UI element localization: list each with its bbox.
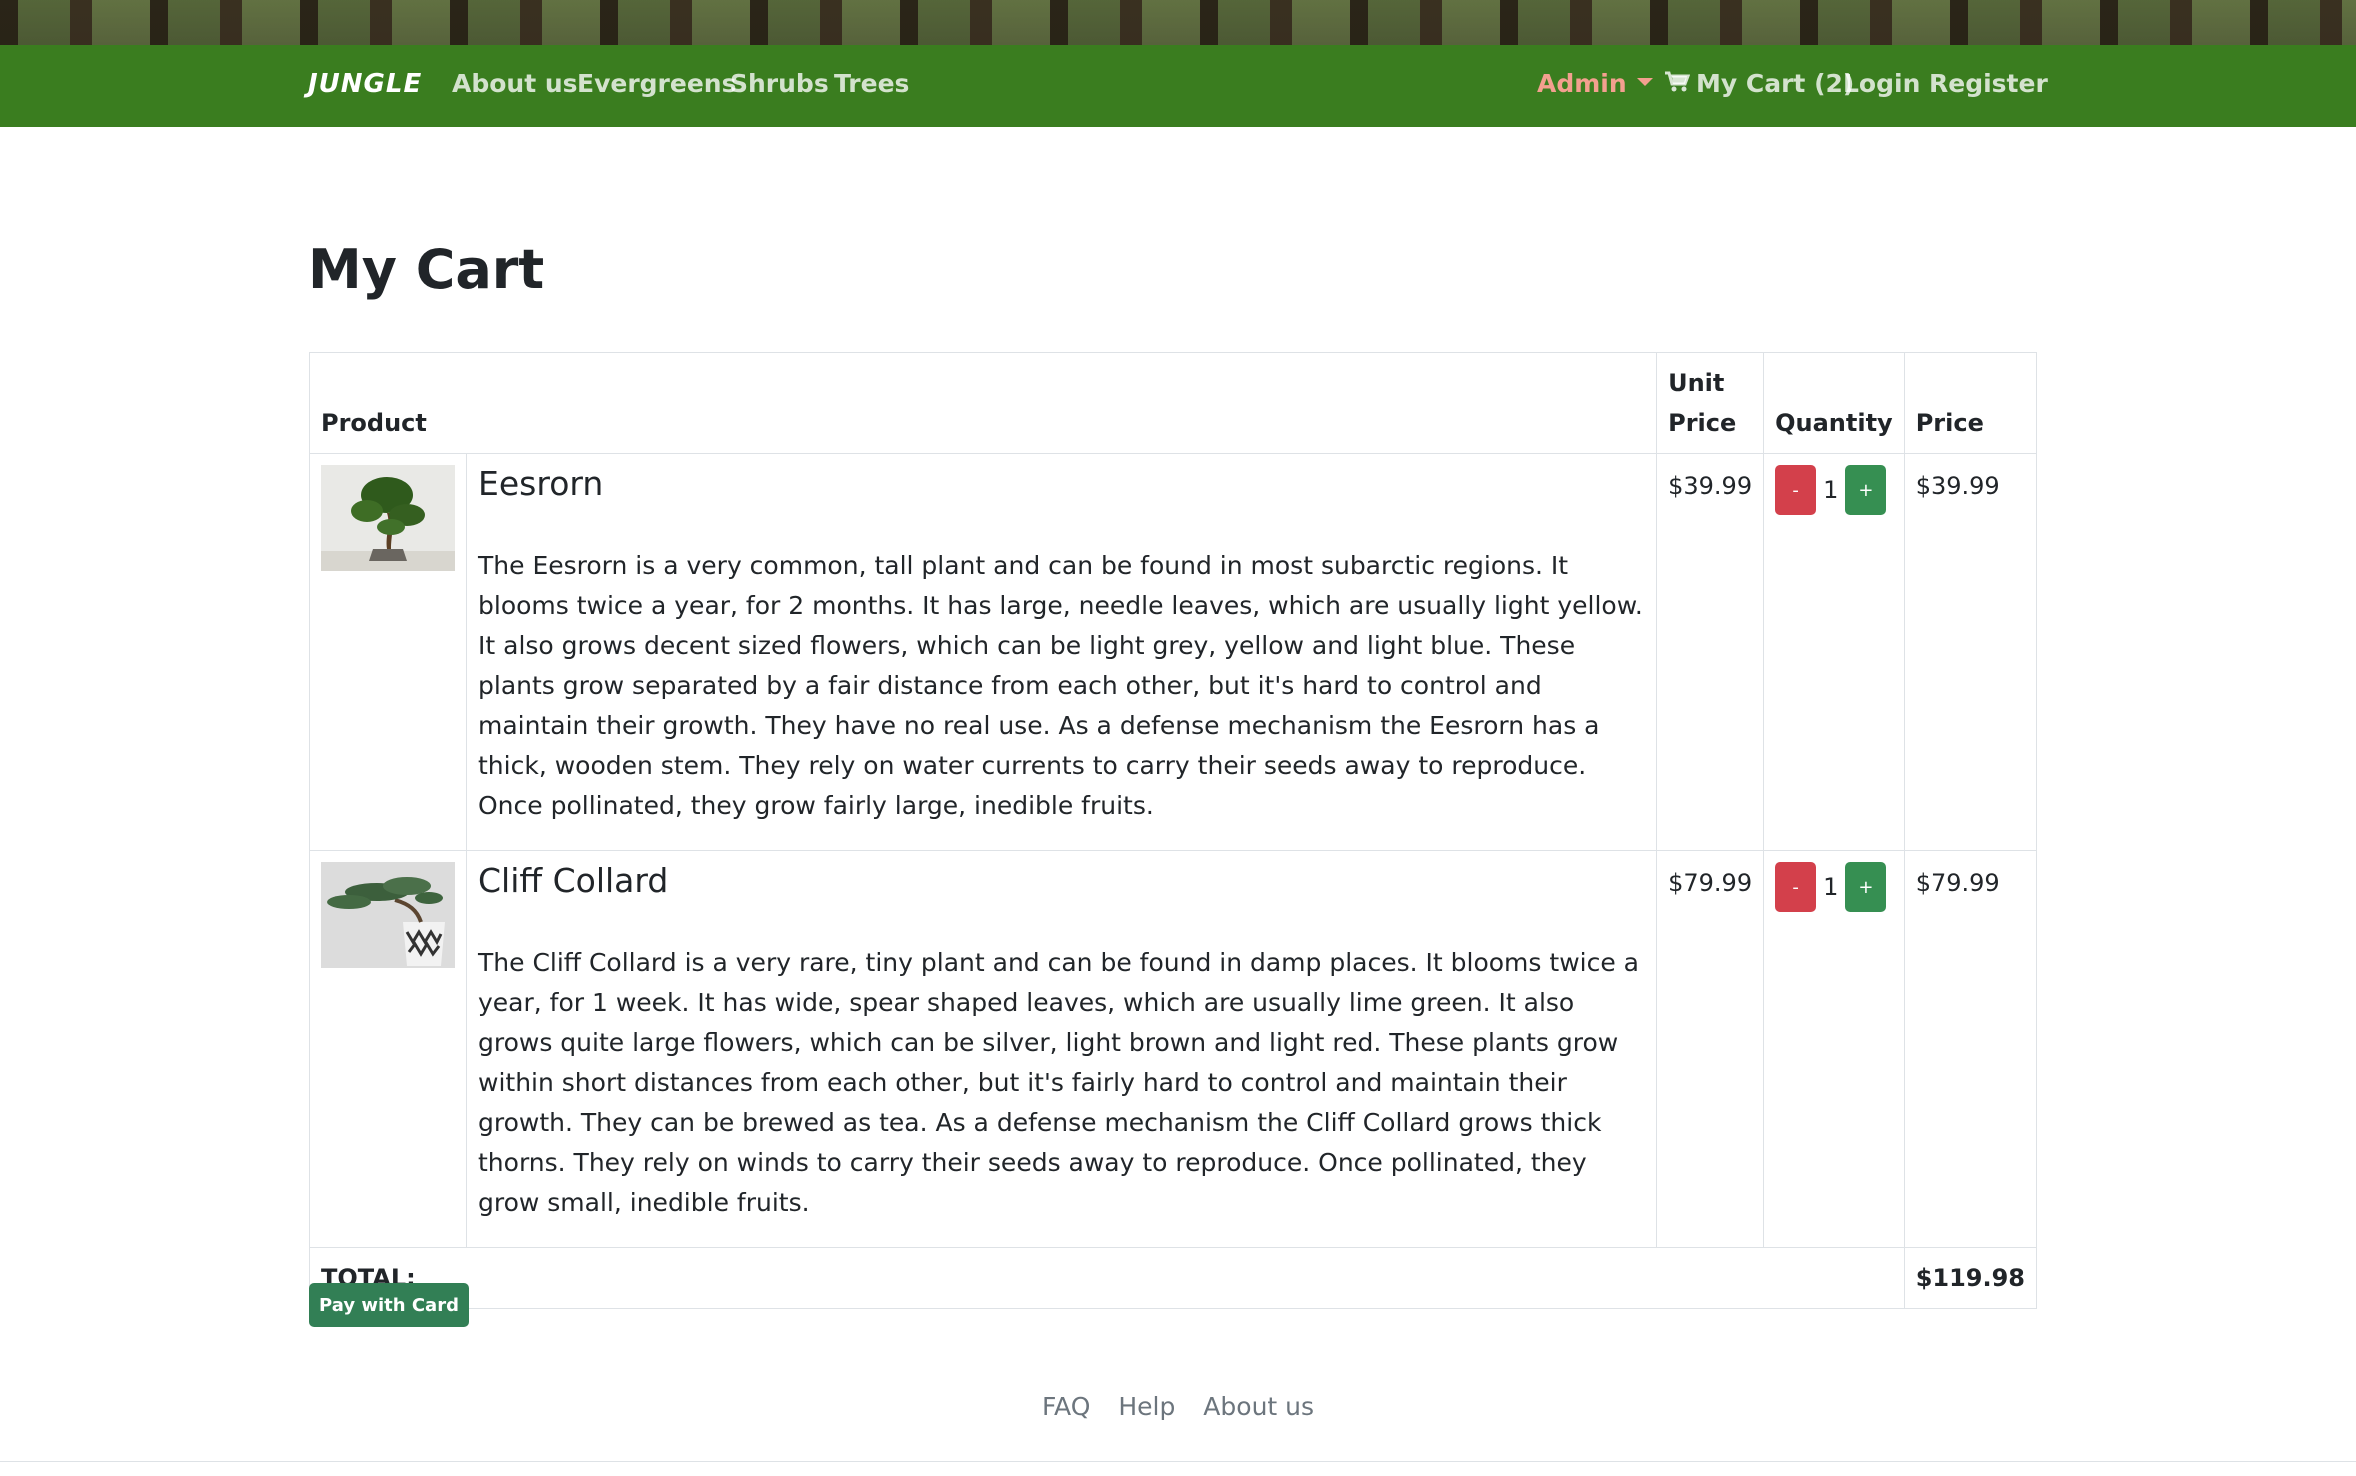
table-row: Cliff Collard The Cliff Collard is a ver… (309, 850, 2038, 1248)
header-unit-price: Unit Price (1656, 352, 1765, 454)
page-title: My Cart (308, 238, 545, 302)
product-details-cell: Cliff Collard The Cliff Collard is a ver… (465, 850, 1658, 1248)
unit-price: $79.99 (1656, 850, 1765, 1248)
increase-quantity-button[interactable]: + (1845, 862, 1887, 912)
product-image-cell (309, 453, 467, 851)
header-product: Product (308, 352, 1658, 454)
total-label: TOTAL: (309, 1247, 1905, 1309)
quantity-stepper: - 1 + (1775, 862, 1893, 912)
product-description: The Cliff Collard is a very rare, tiny p… (478, 948, 1639, 1217)
quantity-cell: - 1 + (1763, 850, 1905, 1248)
decrease-quantity-button[interactable]: - (1775, 465, 1817, 515)
forest-banner (0, 0, 2356, 45)
brand-logo[interactable]: JUNGLE (308, 69, 422, 99)
footer-link-about-us[interactable]: About us (1203, 1392, 1314, 1421)
product-name[interactable]: Eesrorn (478, 464, 1645, 504)
nav-about-us[interactable]: About us (452, 69, 578, 98)
quantity-value: 1 (1823, 873, 1839, 901)
decrease-quantity-button[interactable]: - (1775, 862, 1817, 912)
footer-link-faq[interactable]: FAQ (1042, 1392, 1090, 1421)
bonsai-tree-image[interactable] (321, 465, 455, 571)
product-details-cell: Eesrorn The Eesrorn is a very common, ta… (465, 453, 1658, 851)
quantity-stepper: - 1 + (1775, 465, 1893, 515)
juniper-bonsai-image[interactable] (321, 862, 455, 968)
nav-login[interactable]: Login (1843, 69, 1920, 98)
increase-quantity-button[interactable]: + (1845, 465, 1887, 515)
nav-my-cart[interactable]: My Cart (2) (1664, 69, 1854, 98)
chevron-down-icon (1636, 78, 1653, 86)
cart-table: Product Unit Price Quantity Price Eesror… (308, 352, 2038, 1309)
footer-link-help[interactable]: Help (1118, 1392, 1175, 1421)
quantity-value: 1 (1823, 476, 1839, 504)
admin-label: Admin (1537, 69, 1627, 98)
product-description: The Eesrorn is a very common, tall plant… (478, 551, 1643, 820)
pay-with-card-button[interactable]: Pay with Card (309, 1283, 469, 1327)
nav-trees[interactable]: Trees (834, 69, 909, 98)
footer: FAQ Help About us (0, 1392, 2356, 1421)
header-quantity: Quantity (1763, 352, 1905, 454)
line-price: $39.99 (1903, 453, 2038, 851)
admin-dropdown[interactable]: Admin (1537, 69, 1653, 98)
footer-divider (0, 1461, 2356, 1462)
line-price: $79.99 (1903, 850, 2038, 1248)
quantity-cell: - 1 + (1763, 453, 1905, 851)
nav-shrubs[interactable]: Shrubs (730, 69, 829, 98)
total-value: $119.98 (1903, 1247, 2038, 1309)
header-price: Price (1903, 352, 2038, 454)
shopping-cart-icon (1665, 71, 1690, 92)
nav-evergreens[interactable]: Evergreens (577, 69, 736, 98)
navbar: JUNGLE About us Evergreens Shrubs Trees … (0, 45, 2356, 127)
cart-label: My Cart (2) (1696, 69, 1855, 98)
table-row: Eesrorn The Eesrorn is a very common, ta… (309, 453, 2038, 851)
product-name[interactable]: Cliff Collard (478, 861, 1645, 901)
product-image-cell (309, 850, 467, 1248)
total-row: TOTAL: $119.98 (309, 1247, 2038, 1309)
nav-register[interactable]: Register (1929, 69, 2048, 98)
unit-price: $39.99 (1656, 453, 1765, 851)
table-header-row: Product Unit Price Quantity Price (308, 352, 2038, 454)
